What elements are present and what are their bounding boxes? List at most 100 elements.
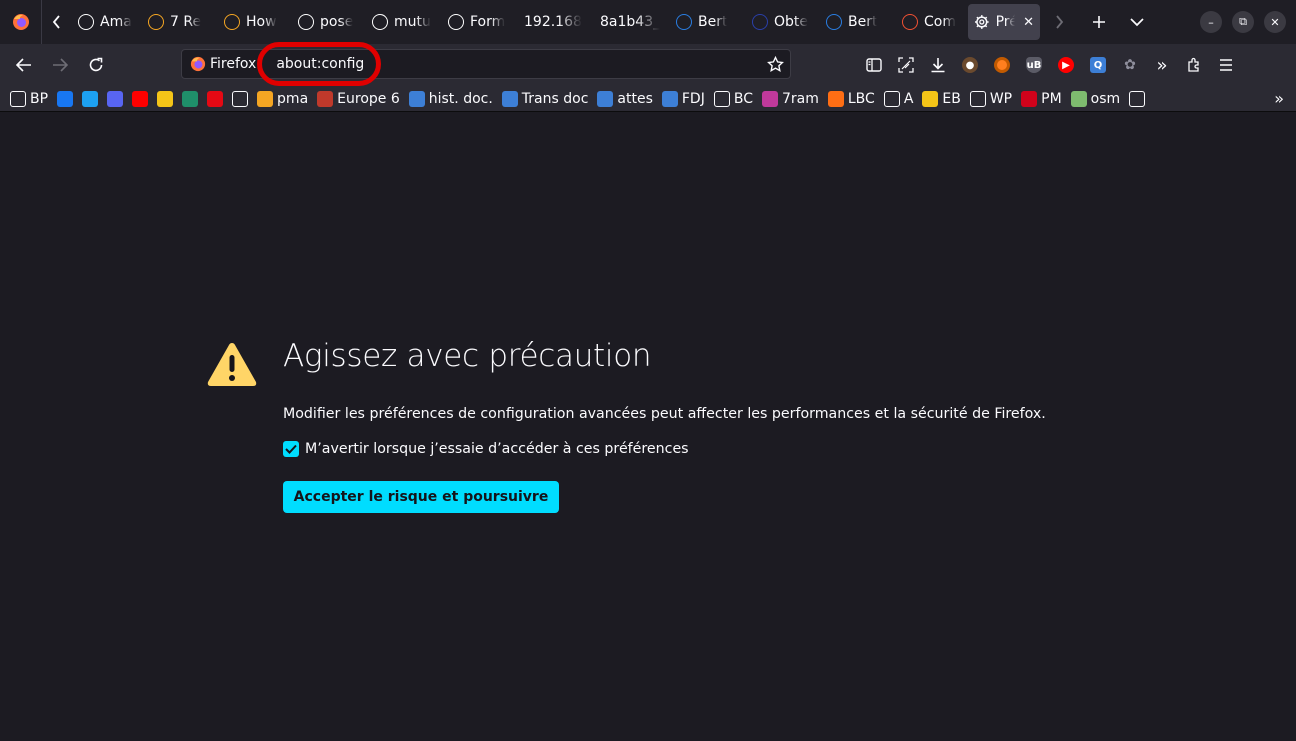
new-tab-button[interactable] (1083, 6, 1115, 38)
bookmark-label: A (903, 90, 914, 107)
back-button[interactable] (8, 49, 40, 81)
extensions-button[interactable] (1180, 51, 1208, 79)
bookmark-item[interactable]: BP (10, 90, 48, 107)
bookmark-item[interactable] (207, 90, 224, 107)
bookmark-label: Europe 6 (337, 90, 400, 107)
tab-item[interactable]: pose (292, 0, 366, 44)
tab-scroll-right-button[interactable] (1044, 0, 1074, 44)
bookmark-item[interactable]: A (883, 90, 914, 107)
sevenram-icon (761, 90, 778, 107)
url-input[interactable]: about:config (266, 56, 364, 72)
orange-circle-icon (994, 57, 1010, 73)
toolbar-extensions: ● uB ▶ Q ✿ » (860, 49, 1240, 81)
tab-item[interactable]: 192.168 (518, 0, 594, 44)
tab-item[interactable]: 8a1b43_ (594, 0, 670, 44)
bookmark-item[interactable]: BC (713, 90, 753, 107)
tab-item[interactable]: Obte (746, 0, 820, 44)
folder-icon (713, 90, 730, 107)
chevron-down-icon (1130, 18, 1144, 27)
restore-icon: ⧉ (1239, 15, 1247, 28)
facebook-icon (57, 90, 74, 107)
identity-box[interactable]: Firefox (182, 56, 264, 72)
bookmark-item[interactable]: pma (257, 90, 308, 107)
google-icon (1129, 90, 1146, 107)
tab-label: Bert (848, 14, 878, 30)
bookmark-item[interactable]: Trans doc (501, 90, 588, 107)
bookmark-item[interactable]: Europe 6 (317, 90, 400, 107)
tab-active[interactable]: Pré ✕ (968, 4, 1040, 40)
overflow-button[interactable]: » (1148, 51, 1176, 79)
screenshot-button[interactable] (892, 51, 920, 79)
r-icon (1021, 90, 1038, 107)
tab-item[interactable]: Bert (670, 0, 746, 44)
wiktionary-icon (372, 14, 388, 30)
bookmark-star-button[interactable] (767, 55, 784, 77)
q-extension-button[interactable]: Q (1084, 51, 1112, 79)
bookmark-item[interactable]: osm (1070, 90, 1120, 107)
bookmark-item[interactable] (157, 90, 174, 107)
warning-checkbox[interactable] (283, 441, 299, 457)
list-all-tabs-button[interactable] (1121, 6, 1153, 38)
tab-item[interactable]: Bert (820, 0, 896, 44)
firefox-logo-icon (190, 56, 206, 72)
tab-label: 192.168 (524, 14, 582, 30)
bookmark-item[interactable]: WP (969, 90, 1012, 107)
chevron-right-icon (1056, 15, 1064, 29)
page-title: Agissez avec précaution (283, 338, 652, 374)
bookmarks-overflow-button[interactable]: » (1274, 89, 1284, 108)
extension-orange[interactable] (988, 51, 1016, 79)
osm-icon (1070, 90, 1087, 107)
tab-item[interactable]: Ama (72, 0, 142, 44)
bookmark-item[interactable] (132, 90, 149, 107)
wikipedia-icon (969, 90, 986, 107)
puzzle-extension-button[interactable]: ✿ (1116, 51, 1144, 79)
url-bar[interactable]: Firefox about:config (181, 49, 791, 79)
tab-item[interactable]: 7 Re (142, 0, 218, 44)
maximize-button[interactable]: ⧉ (1232, 11, 1254, 33)
globe-icon (10, 90, 26, 107)
tab-item[interactable]: mutu (366, 0, 442, 44)
bookmark-item[interactable] (57, 90, 74, 107)
bookmark-item[interactable]: hist. doc. (408, 90, 493, 107)
accept-risk-button[interactable]: Accepter le risque et poursuivre (283, 481, 559, 513)
tab-strip: Ama 7 Re How pose mutu Form 192.168 8a1b43_ Bert… (0, 0, 1296, 44)
bookmark-item[interactable]: attes (597, 90, 653, 107)
e-icon (408, 90, 425, 107)
tab-item[interactable]: Form (442, 0, 518, 44)
avatar: ● (962, 57, 978, 73)
forward-button[interactable] (44, 49, 76, 81)
bookmark-item[interactable] (82, 90, 99, 107)
bookmark-label: LBC (847, 90, 875, 107)
close-window-button[interactable]: ✕ (1264, 11, 1286, 33)
minimize-button[interactable]: – (1200, 11, 1222, 33)
bookmark-item[interactable]: LBC (827, 90, 875, 107)
tab-active-label: Pré (995, 14, 1016, 30)
bookmark-item[interactable]: EB (922, 90, 961, 107)
downloads-button[interactable] (924, 51, 952, 79)
bookmark-item[interactable] (232, 90, 249, 107)
warning-description: Modifier les préférences de configuratio… (283, 406, 1046, 422)
firefox-view-button[interactable] (0, 0, 42, 44)
bookmark-item[interactable] (182, 90, 199, 107)
bookmark-item[interactable]: PM (1021, 90, 1062, 107)
bookmark-item[interactable] (107, 90, 124, 107)
warning-icon (207, 343, 257, 386)
youtube-extension-button[interactable]: ▶ (1052, 51, 1080, 79)
app-menu-button[interactable] (1212, 51, 1240, 79)
reader-view-button[interactable] (860, 51, 888, 79)
ublock-button[interactable]: uB (1020, 51, 1048, 79)
reload-button[interactable] (80, 49, 112, 81)
pma-icon (257, 90, 274, 107)
account-avatar[interactable]: ● (956, 51, 984, 79)
bookmarks-toolbar: BP pma Europe 6 hist. doc. Trans doc attes FDJ… (0, 86, 1296, 112)
tab-item[interactable]: Com (896, 0, 964, 44)
bookmark-item[interactable] (1129, 90, 1146, 107)
tab-close-icon[interactable]: ✕ (1023, 15, 1034, 30)
warning-checkbox-row[interactable]: M’avertir lorsque j’essaie d’accéder à c… (283, 441, 689, 457)
marianne-icon (448, 14, 464, 30)
v-icon (232, 90, 249, 107)
bookmark-item[interactable]: 7ram (761, 90, 819, 107)
tab-item[interactable]: How (218, 0, 292, 44)
tab-scroll-left-button[interactable] (42, 0, 72, 44)
bookmark-item[interactable]: FDJ (661, 90, 705, 107)
